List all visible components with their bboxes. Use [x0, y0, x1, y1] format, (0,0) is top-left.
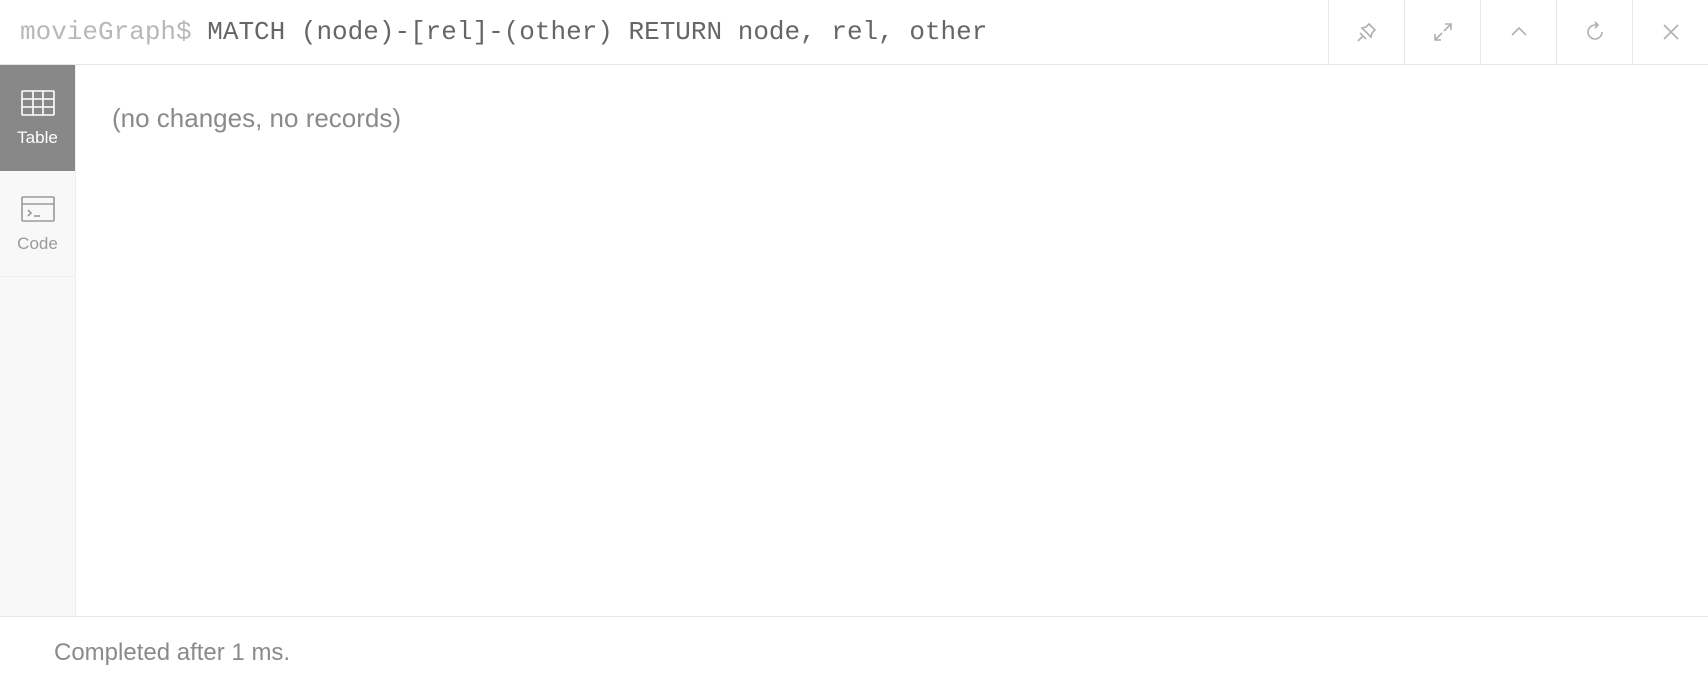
tab-table-label: Table — [17, 128, 58, 148]
query-header: movieGraph$ MATCH (node)-[rel]-(other) R… — [0, 0, 1708, 65]
status-text: Completed after 1 ms. — [54, 639, 290, 667]
close-button[interactable] — [1632, 0, 1708, 64]
result-content: (no changes, no records) — [76, 65, 1708, 616]
close-icon — [1659, 20, 1683, 44]
table-icon — [20, 88, 56, 118]
expand-button[interactable] — [1404, 0, 1480, 64]
query-prompt-area[interactable]: movieGraph$ MATCH (node)-[rel]-(other) R… — [0, 17, 1328, 47]
refresh-icon — [1583, 20, 1607, 44]
tab-code[interactable]: Code — [0, 171, 75, 277]
chevron-up-icon — [1507, 20, 1531, 44]
expand-icon — [1431, 20, 1455, 44]
result-body: Table Code (no changes, no records) — [0, 65, 1708, 616]
pin-button[interactable] — [1328, 0, 1404, 64]
tab-code-label: Code — [17, 234, 58, 254]
rerun-button[interactable] — [1556, 0, 1632, 64]
view-sidebar: Table Code — [0, 65, 76, 616]
prompt-query: MATCH (node)-[rel]-(other) RETURN node, … — [207, 17, 987, 47]
code-icon — [20, 194, 56, 224]
collapse-button[interactable] — [1480, 0, 1556, 64]
pin-icon — [1355, 20, 1379, 44]
status-footer: Completed after 1 ms. — [0, 616, 1708, 688]
header-actions — [1328, 0, 1708, 64]
prompt-label: movieGraph$ — [20, 17, 207, 47]
tab-table[interactable]: Table — [0, 65, 75, 171]
empty-result-message: (no changes, no records) — [112, 103, 1672, 134]
